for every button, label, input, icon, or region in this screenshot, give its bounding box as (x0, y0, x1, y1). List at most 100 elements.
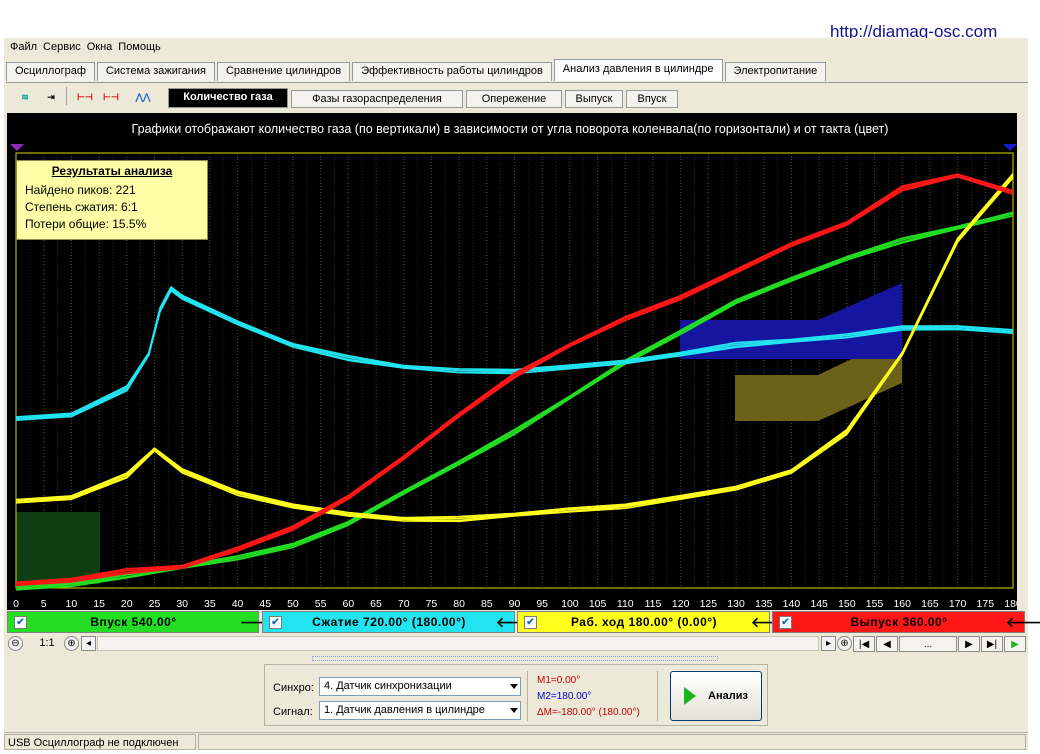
results-title: Результаты анализа (51, 164, 173, 178)
cycle-exhaust-checkbox[interactable]: ✔ (779, 615, 792, 629)
cycle-intake[interactable]: ✔ Впуск 540.00° 🡒 (7, 611, 278, 633)
x-tick-label: 10 (66, 598, 78, 610)
tab-cylinder-efficiency[interactable]: Эффективность работы цилиндров (352, 62, 552, 81)
signal-select[interactable]: 1. Датчик давления в цилиндре (319, 701, 521, 720)
x-tick-label: 35 (204, 598, 216, 610)
x-tick-label: 70 (398, 598, 410, 610)
first-page-icon[interactable]: |◀ (853, 636, 875, 652)
panel-splitter[interactable] (312, 656, 718, 661)
x-tick-label: 55 (315, 598, 327, 610)
cycle-power[interactable]: ✔ Раб. ход 180.00° (0.00°) 🡐 (517, 611, 789, 633)
scroll-right-icon[interactable]: ▸ (821, 636, 836, 651)
tab-cylinder-compare[interactable]: Сравнение цилиндров (216, 62, 351, 81)
results-losses: Потери общие: 15.5% (25, 217, 147, 231)
analyze-button-label: Анализ (708, 690, 748, 702)
x-tick-label: 130 (727, 598, 745, 610)
sync-select[interactable]: 4. Датчик синхронизации (319, 677, 521, 696)
tab-oscilloscope[interactable]: Осциллограф (6, 62, 95, 81)
x-tick-label: 20 (121, 598, 133, 610)
x-tick-label: 175 (977, 598, 995, 610)
subtab-gas-amount[interactable]: Количество газа (168, 88, 288, 108)
status-cell-empty (198, 734, 1026, 750)
next-page-icon[interactable]: ▶ (958, 636, 980, 652)
page-indicator: ... (899, 636, 957, 652)
signal-label: Сигнал: (273, 706, 313, 718)
zoom-in-icon[interactable]: ⊕ (64, 636, 79, 651)
x-axis-labels: 0 5 10 15 20 25 30 35 40 45 50 55 60 65 70 75 80 85 90 95 10… (7, 596, 1022, 610)
panel-divider (527, 671, 528, 721)
arrow-right-icon[interactable]: 🡒 (240, 614, 278, 631)
tab-power-supply[interactable]: Электропитание (724, 62, 827, 81)
auto-markers-icon[interactable]: ⊢⊣ (100, 86, 122, 108)
analyze-button[interactable]: Анализ (670, 671, 762, 721)
menu-windows[interactable]: Окна (85, 40, 117, 56)
play-icon[interactable]: ▶ (1004, 636, 1026, 652)
status-bar: USB Осциллограф не подключен (4, 732, 1028, 750)
cycle-intake-label: Впуск 540.00° (90, 615, 177, 629)
prev-page-icon[interactable]: ◀ (876, 636, 898, 652)
tab-pressure-analysis[interactable]: Анализ давления в цилиндре (553, 59, 723, 81)
markers-icon[interactable]: ⊢⊣ (74, 86, 96, 108)
chevron-down-icon (510, 708, 518, 713)
toolbar: ≋ ⇥ ⊢⊣ ⊢⊣ ⋀⋀ Количество газа Фазы газора… (6, 82, 1028, 108)
x-tick-label: 125 (700, 598, 718, 610)
arrow-left-icon[interactable]: 🡐 (1006, 614, 1040, 631)
marker-m1-icon[interactable] (10, 144, 24, 151)
cycle-compression-label: Сжатие 720.00° (180.00°) (312, 615, 466, 629)
numeric-scale-icon[interactable]: ⇥ (40, 86, 62, 108)
x-tick-label: 150 (838, 598, 856, 610)
menu-file[interactable]: Файл (8, 40, 41, 56)
subtab-intake[interactable]: Впуск (626, 90, 678, 108)
cycle-compression-checkbox[interactable]: ✔ (269, 615, 282, 629)
x-tick-label: 120 (672, 598, 690, 610)
arrow-left-icon[interactable]: 🡐 (751, 614, 789, 631)
subtab-exhaust[interactable]: Выпуск (565, 90, 623, 108)
x-tick-label: 180 (1004, 598, 1017, 610)
x-tick-label: 110 (617, 598, 634, 610)
results-compression: Степень сжатия: 6:1 (25, 200, 138, 214)
subtab-valve-timing[interactable]: Фазы газораспределения (291, 90, 463, 108)
status-text: USB Осциллограф не подключен (4, 734, 196, 750)
menu-help[interactable]: Помощь (116, 40, 165, 56)
x-tick-label: 0 (13, 598, 19, 610)
x-tick-label: 145 (810, 598, 828, 610)
peaks-icon[interactable]: ⋀⋀ (132, 86, 154, 108)
play-icon (684, 687, 697, 705)
scroll-row: ⊖ 1:1 ⊕ ◂ ▸ ⊕ |◀ ◀ ... ▶ ▶| ▶ (4, 636, 1026, 653)
x-tick-label: 115 (645, 598, 662, 610)
marker-m1-value: M1=0.00° (537, 675, 581, 686)
marker-m2-value: M2=180.00° (537, 691, 592, 702)
menu-service[interactable]: Сервис (41, 40, 85, 56)
horizontal-scrollbar[interactable] (97, 636, 819, 651)
x-tick-label: 135 (755, 598, 773, 610)
x-tick-label: 5 (41, 598, 47, 610)
signal-select-value: 1. Датчик давления в цилиндре (324, 704, 485, 716)
tab-ignition[interactable]: Система зажигания (96, 62, 215, 81)
intake-zone (16, 512, 100, 584)
cycle-power-checkbox[interactable]: ✔ (524, 615, 537, 629)
results-panel: Результаты анализа Найдено пиков: 221 Ст… (16, 160, 208, 240)
x-tick-label: 155 (866, 598, 884, 610)
zoom-out-icon[interactable]: ⊖ (8, 636, 23, 651)
add-icon[interactable]: ⊕ (837, 636, 852, 651)
x-tick-label: 50 (287, 598, 299, 610)
x-tick-label: 105 (589, 598, 607, 610)
scroll-left-icon[interactable]: ◂ (81, 636, 96, 651)
x-tick-label: 160 (893, 598, 911, 610)
x-tick-label: 30 (176, 598, 188, 610)
chevron-down-icon (510, 684, 518, 689)
x-tick-label: 95 (536, 598, 548, 610)
cycle-intake-checkbox[interactable]: ✔ (14, 615, 27, 629)
x-tick-label: 40 (232, 598, 244, 610)
last-page-icon[interactable]: ▶| (981, 636, 1003, 652)
marker-m2-icon[interactable] (1003, 144, 1017, 151)
x-tick-label: 60 (342, 598, 354, 610)
subtab-advance[interactable]: Опережение (466, 90, 562, 108)
pressure-scale-icon[interactable]: ≋ (14, 86, 36, 108)
x-tick-label: 15 (93, 598, 105, 610)
x-tick-label: 170 (949, 598, 967, 610)
arrow-left-icon[interactable]: 🡐 (496, 614, 534, 631)
sync-label: Синхро: (273, 682, 314, 694)
cycle-exhaust[interactable]: ✔ Выпуск 360.00° 🡐 (772, 611, 1040, 633)
cycle-compression[interactable]: ✔ Сжатие 720.00° (180.00°) 🡐 (262, 611, 534, 633)
